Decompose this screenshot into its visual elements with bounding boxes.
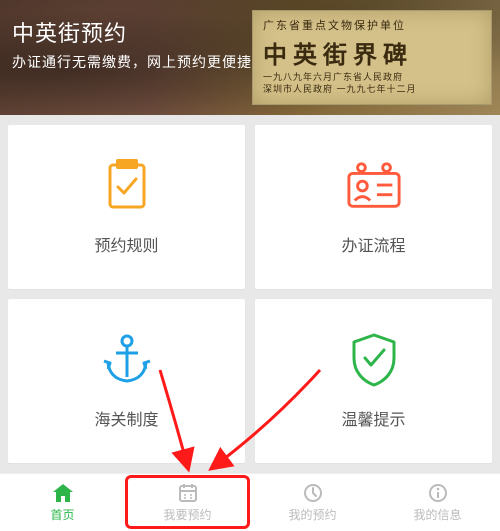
stone-line1: 一九八九年六月广东省人民政府	[263, 72, 481, 84]
tab-my-info[interactable]: 我的信息	[375, 474, 500, 531]
card-label: 办证流程	[341, 232, 405, 256]
page-title: 中英街预约	[12, 16, 488, 48]
id-card-icon	[346, 158, 402, 214]
home-icon	[52, 482, 74, 504]
calendar-icon	[177, 482, 199, 504]
info-icon	[427, 482, 449, 504]
card-label: 温馨提示	[341, 406, 405, 430]
tab-label: 首页	[50, 506, 74, 523]
card-customs[interactable]: 海关制度	[8, 299, 245, 463]
notepad-icon	[99, 158, 155, 214]
card-process[interactable]: 办证流程	[255, 125, 492, 289]
tab-my-bookings[interactable]: 我的预约	[250, 474, 375, 531]
hero-banner: 中英街预约 办证通行无需缴费，网上预约更便捷 广东省重点文物保护单位 中英街界碑…	[0, 0, 500, 115]
card-label: 预约规则	[94, 232, 158, 256]
card-tips[interactable]: 温馨提示	[255, 299, 492, 463]
clock-icon	[302, 482, 324, 504]
stone-line2: 深圳市人民政府 一九九七年十二月	[263, 84, 481, 96]
card-label: 海关制度	[94, 406, 158, 430]
tab-label: 我要预约	[163, 506, 211, 523]
feature-grid: 预约规则 办证流程 海关制	[0, 115, 500, 473]
tab-label: 我的预约	[288, 506, 336, 523]
tab-home[interactable]: 首页	[0, 474, 125, 531]
tab-book[interactable]: 我要预约	[125, 474, 250, 531]
page-subtitle: 办证通行无需缴费，网上预约更便捷	[12, 52, 488, 72]
bottom-tab-bar: 首页 我要预约 我的预约	[0, 473, 500, 531]
card-rules[interactable]: 预约规则	[8, 125, 245, 289]
anchor-icon	[99, 332, 155, 388]
tab-label: 我的信息	[413, 506, 461, 523]
shield-check-icon	[346, 332, 402, 388]
